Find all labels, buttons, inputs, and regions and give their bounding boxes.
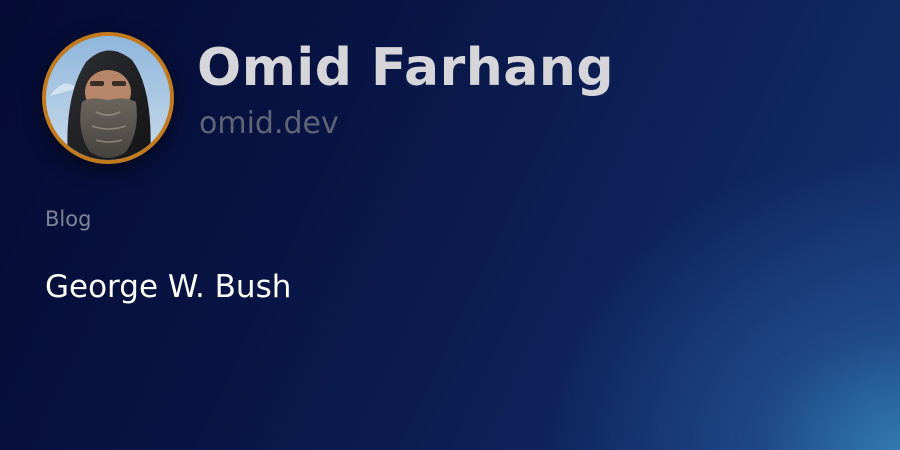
social-card: Omid Farhang omid.dev Blog George W. Bus… [0, 0, 900, 450]
site-domain: omid.dev [199, 106, 339, 141]
profile-photo-icon [46, 36, 170, 160]
post-title: George W. Bush [45, 269, 292, 305]
avatar [42, 32, 174, 164]
author-name: Omid Farhang [197, 38, 615, 98]
section-label: Blog [45, 207, 92, 231]
